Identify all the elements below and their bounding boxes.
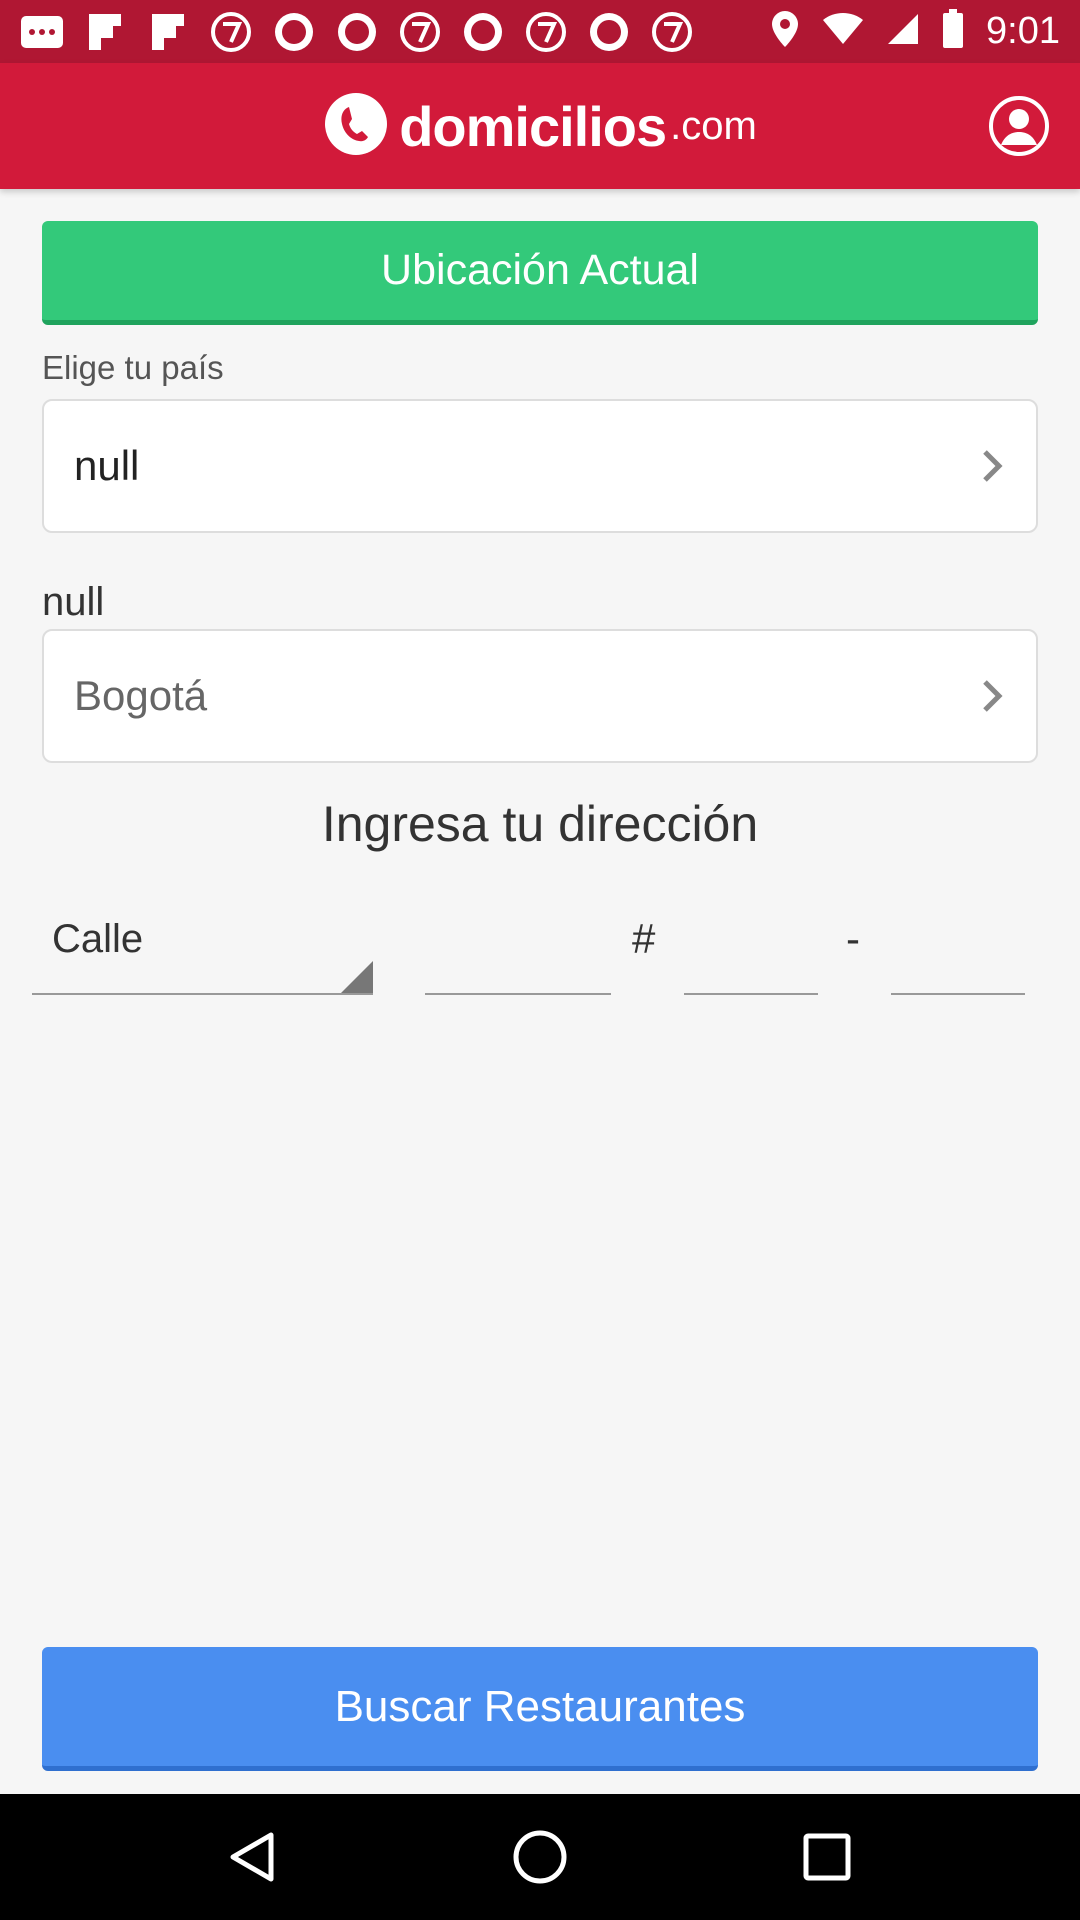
wifi-icon bbox=[822, 12, 864, 51]
user-profile-button[interactable] bbox=[988, 95, 1050, 157]
city-selector[interactable]: Bogotá bbox=[42, 629, 1038, 763]
country-label: Elige tu país bbox=[42, 349, 224, 386]
home-button[interactable] bbox=[500, 1817, 580, 1897]
street-type-value: Calle bbox=[52, 917, 144, 961]
navigation-bar bbox=[0, 1794, 1080, 1920]
city-label: null bbox=[42, 580, 105, 624]
logo-text: domicilios bbox=[399, 94, 667, 158]
abc-icon bbox=[587, 10, 631, 54]
house-number-input[interactable] bbox=[891, 925, 1025, 995]
cross-number-input[interactable] bbox=[684, 925, 818, 995]
status-right: 9:01 bbox=[770, 9, 1060, 54]
notification-icons bbox=[20, 10, 694, 54]
chat-icon bbox=[20, 10, 64, 54]
country-value: null bbox=[74, 442, 140, 489]
app-logo: domicilios .com bbox=[323, 91, 757, 162]
status-bar: 9:01 bbox=[0, 0, 1080, 63]
phone-logo-icon bbox=[323, 91, 389, 162]
location-pin-icon bbox=[770, 9, 800, 54]
chevron-right-icon bbox=[983, 450, 1003, 482]
recents-button[interactable] bbox=[787, 1817, 867, 1897]
app-header: domicilios .com bbox=[0, 63, 1080, 189]
abc-icon bbox=[461, 10, 505, 54]
dash-separator: - bbox=[846, 915, 860, 962]
logo-suffix: .com bbox=[670, 103, 757, 148]
abc-icon bbox=[335, 10, 379, 54]
user-icon bbox=[989, 96, 1049, 156]
signal-icon bbox=[886, 12, 920, 51]
abc-icon bbox=[272, 10, 316, 54]
address-row: Calle # - bbox=[0, 905, 1080, 995]
back-triangle-icon bbox=[230, 1832, 274, 1882]
city-value: Bogotá bbox=[74, 672, 208, 719]
current-location-button[interactable]: Ubicación Actual bbox=[42, 221, 1038, 325]
search-restaurants-button[interactable]: Buscar Restaurantes bbox=[42, 1647, 1038, 1771]
country-selector[interactable]: null bbox=[42, 399, 1038, 533]
clock: 9:01 bbox=[986, 10, 1060, 52]
address-heading: Ingresa tu dirección bbox=[321, 796, 759, 852]
battery-icon bbox=[942, 9, 964, 54]
back-button[interactable] bbox=[213, 1817, 293, 1897]
flipboard-icon bbox=[146, 10, 190, 54]
abc7-icon bbox=[209, 10, 253, 54]
recents-square-icon bbox=[803, 1833, 851, 1881]
dropdown-triangle-icon bbox=[341, 961, 373, 993]
abc7-icon bbox=[524, 10, 568, 54]
street-type-dropdown[interactable]: Calle bbox=[32, 905, 373, 995]
street-number-input[interactable] bbox=[425, 925, 611, 995]
flipboard-icon bbox=[83, 10, 127, 54]
hash-separator: # bbox=[632, 915, 656, 962]
home-circle-icon bbox=[513, 1830, 567, 1884]
abc7-icon bbox=[650, 10, 694, 54]
abc7-icon bbox=[398, 10, 442, 54]
chevron-right-icon bbox=[983, 680, 1003, 712]
